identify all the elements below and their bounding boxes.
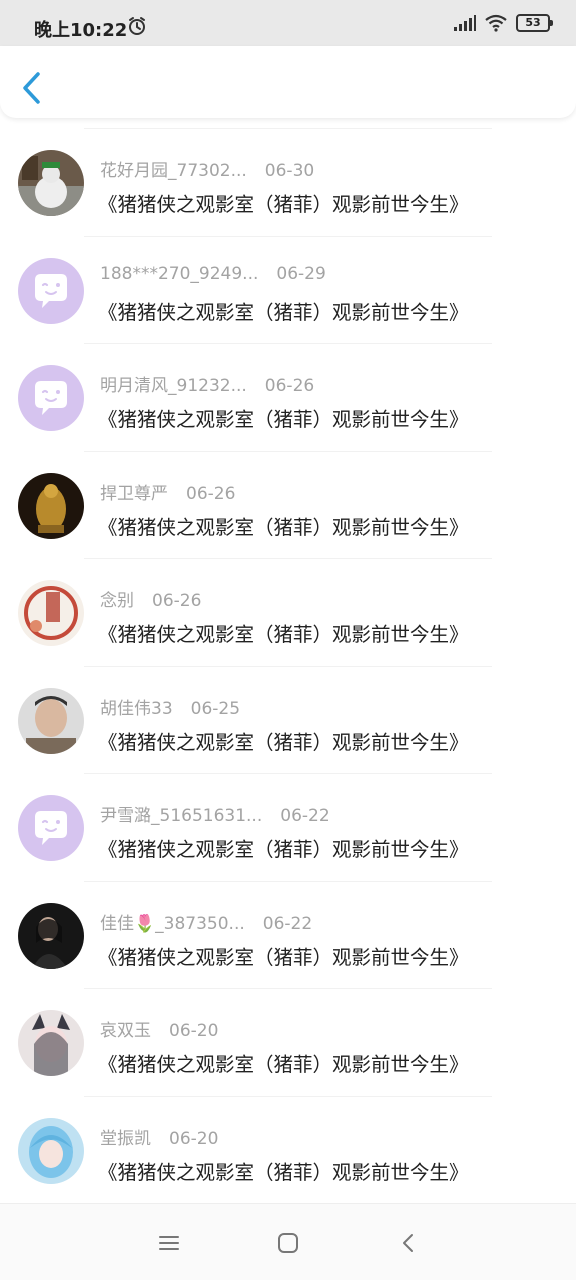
username[interactable]: 念别 [100, 586, 134, 611]
battery-indicator: 53 [516, 14, 553, 32]
username[interactable]: 花好月园_77302... [100, 156, 247, 181]
item-meta: 花好月园_77302... 06-30 [100, 156, 314, 181]
user-avatar-image [18, 150, 84, 216]
alarm-clock-icon [129, 17, 145, 35]
date-label: 06-26 [264, 376, 315, 396]
item-meta: 188***270_9249... 06-29 [100, 264, 326, 284]
date-label: 06-25 [190, 698, 241, 719]
avatar[interactable] [18, 257, 84, 324]
item-meta: 捍卫尊严 06-26 [100, 479, 235, 504]
user-avatar-image [18, 902, 84, 969]
date-label: 06-26 [186, 483, 236, 504]
video-title[interactable]: 《猪猪侠之观影室（猪菲）观影前世今生》 [98, 941, 469, 970]
date-label: 06-30 [264, 161, 315, 181]
avatar[interactable] [18, 1117, 84, 1184]
menu-icon[interactable] [158, 1232, 180, 1254]
date-label: 06-26 [152, 591, 202, 611]
home-icon[interactable] [277, 1232, 299, 1254]
top-app-bar [0, 46, 576, 118]
date-label: 06-20 [169, 1021, 219, 1041]
date-label: 06-29 [276, 263, 326, 284]
username[interactable]: 尹雪潞_51651631... [100, 801, 262, 826]
username[interactable]: 胡佳伟33 [100, 694, 173, 719]
user-avatar-image [18, 1117, 84, 1184]
chat-bubble-avatar-icon [18, 365, 84, 431]
user-avatar-image [18, 687, 84, 754]
list-item[interactable]: 佳佳🌷_387350... 06-22 《猪猪侠之观影室（猪菲）观影前世今生》 [0, 871, 576, 979]
user-avatar-image [18, 580, 84, 646]
avatar[interactable] [18, 365, 84, 431]
video-title[interactable]: 《猪猪侠之观影室（猪菲）观影前世今生》 [98, 511, 469, 540]
wifi-icon [485, 14, 507, 32]
video-title[interactable]: 《猪猪侠之观影室（猪菲）观影前世今生》 [98, 1048, 469, 1077]
video-title[interactable]: 《猪猪侠之观影室（猪菲）观影前世今生》 [98, 833, 469, 862]
avatar[interactable] [18, 1010, 84, 1076]
list-item[interactable]: 捍卫尊严 06-26 《猪猪侠之观影室（猪菲）观影前世今生》 [0, 441, 576, 549]
status-time: 晚上10:22 [34, 20, 128, 41]
status-bar: 晚上10:22 53 [0, 0, 576, 46]
video-title[interactable]: 《猪猪侠之观影室（猪菲）观影前世今生》 [98, 618, 469, 647]
date-label: 06-20 [169, 1128, 219, 1149]
avatar[interactable] [18, 902, 84, 969]
video-title[interactable]: 《猪猪侠之观影室（猪菲）观影前世今生》 [98, 296, 469, 325]
cellular-signal-icon [454, 15, 476, 31]
list-item[interactable]: 明月清风_91232... 06-26 《猪猪侠之观影室（猪菲）观影前世今生》 [0, 333, 576, 441]
item-meta: 胡佳伟33 06-25 [100, 694, 240, 719]
item-meta: 念别 06-26 [100, 586, 201, 611]
system-navigation-bar [0, 1203, 576, 1280]
list-item[interactable]: 哀双玉 06-20 《猪猪侠之观影室（猪菲）观影前世今生》 [0, 978, 576, 1086]
list-item[interactable]: 堂振凯 06-20 《猪猪侠之观影室（猪菲）观影前世今生》 [0, 1086, 576, 1194]
username[interactable]: 188***270_9249... [100, 264, 258, 284]
username[interactable]: 哀双玉 [100, 1016, 151, 1041]
avatar[interactable] [18, 795, 84, 861]
list-item[interactable]: 胡佳伟33 06-25 《猪猪侠之观影室（猪菲）观影前世今生》 [0, 656, 576, 764]
video-title[interactable]: 《猪猪侠之观影室（猪菲）观影前世今生》 [98, 188, 469, 217]
username[interactable]: 佳佳🌷_387350... [100, 909, 245, 934]
date-label: 06-22 [262, 913, 313, 934]
back-icon[interactable] [398, 1232, 420, 1254]
chat-bubble-avatar-icon [18, 795, 84, 861]
username[interactable]: 堂振凯 [100, 1124, 151, 1149]
user-avatar-image [18, 472, 84, 539]
chat-bubble-avatar-icon [18, 257, 84, 324]
avatar[interactable] [18, 687, 84, 754]
video-title[interactable]: 《猪猪侠之观影室（猪菲）观影前世今生》 [98, 1156, 469, 1185]
avatar[interactable] [18, 472, 84, 539]
user-avatar-image [18, 1010, 84, 1076]
username[interactable]: 捍卫尊严 [100, 479, 168, 504]
list-item[interactable]: 188***270_9249... 06-29 《猪猪侠之观影室（猪菲）观影前世今生… [0, 226, 576, 334]
avatar[interactable] [18, 580, 84, 646]
video-title[interactable]: 《猪猪侠之观影室（猪菲）观影前世今生》 [98, 403, 469, 432]
avatar[interactable] [18, 150, 84, 216]
username[interactable]: 明月清风_91232... [100, 371, 247, 396]
date-label: 06-22 [280, 806, 330, 826]
list-item[interactable]: 花好月园_77302... 06-30 《猪猪侠之观影室（猪菲）观影前世今生》 [0, 118, 576, 226]
video-title[interactable]: 《猪猪侠之观影室（猪菲）观影前世今生》 [98, 726, 469, 755]
status-icons: 53 [454, 14, 553, 32]
back-arrow-icon[interactable] [18, 70, 46, 106]
item-meta: 明月清风_91232... 06-26 [100, 371, 314, 396]
list-item[interactable]: 尹雪潞_51651631... 06-22 《猪猪侠之观影室（猪菲）观影前世今生》 [0, 763, 576, 871]
item-meta: 尹雪潞_51651631... 06-22 [100, 801, 330, 826]
item-meta: 哀双玉 06-20 [100, 1016, 218, 1041]
item-meta: 佳佳🌷_387350... 06-22 [100, 909, 312, 934]
list-item[interactable]: 念别 06-26 《猪猪侠之观影室（猪菲）观影前世今生》 [0, 548, 576, 656]
item-meta: 堂振凯 06-20 [100, 1124, 218, 1149]
viewer-list: 花好月园_77302... 06-30 《猪猪侠之观影室（猪菲）观影前世今生》 188… [0, 118, 576, 1193]
